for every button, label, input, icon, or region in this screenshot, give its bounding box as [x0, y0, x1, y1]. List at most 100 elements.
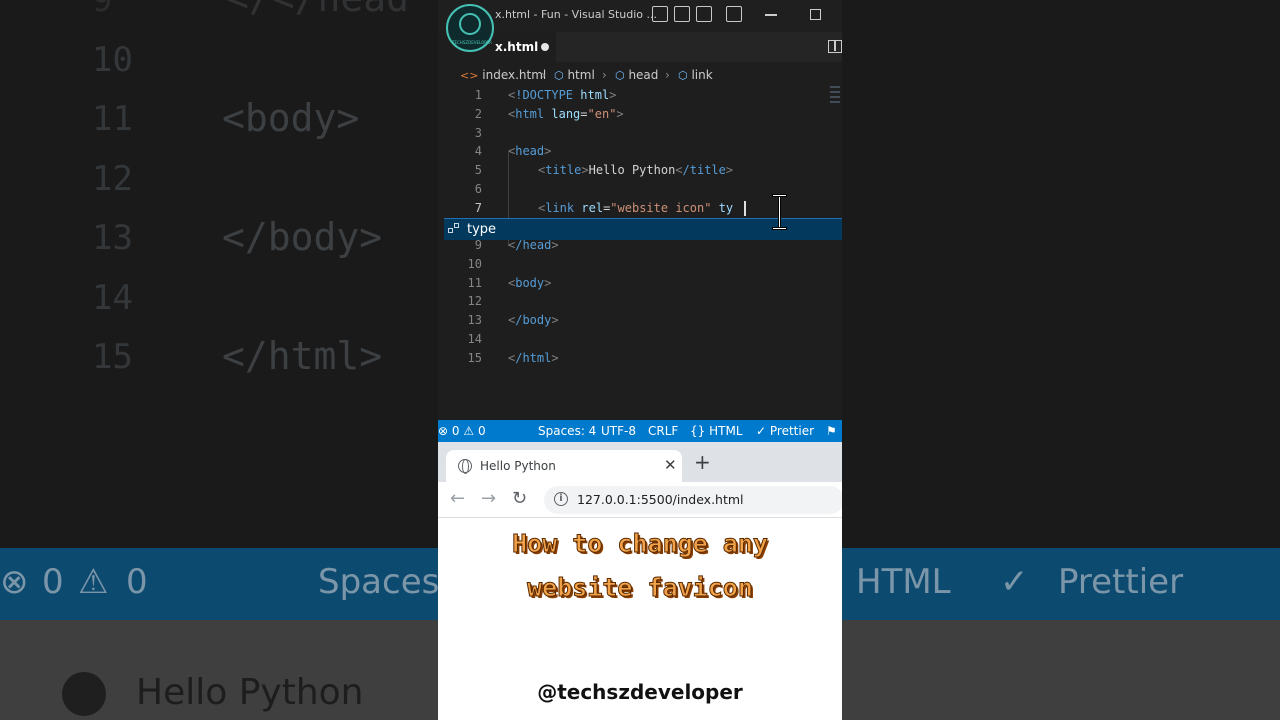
code-line-7[interactable]: <link rel="website icon" ty — [538, 201, 733, 215]
line-number: 15 — [467, 351, 482, 365]
code-token: !DOCTYPE — [515, 88, 574, 102]
ibeam-cursor-icon — [772, 194, 787, 230]
channel-logo: TECHSZDEVELOPER — [446, 4, 494, 52]
code-token: "en" — [587, 107, 617, 121]
close-tab-icon[interactable]: ✕ — [664, 456, 677, 474]
code-token: html — [515, 107, 545, 121]
reload-icon[interactable]: ↻ — [512, 488, 527, 509]
code-token: title — [545, 163, 582, 177]
prettier-label: Prettier — [769, 424, 815, 438]
line-number: 3 — [474, 126, 482, 140]
breadcrumb-label: link — [691, 68, 713, 82]
braces-icon: {} — [690, 424, 706, 438]
notifications-icon[interactable]: ⚑ — [826, 424, 837, 438]
indentation-status[interactable]: Spaces: 4 — [538, 424, 596, 438]
warning-icon: ⚠ — [463, 424, 475, 438]
breadcrumb-label: html — [567, 68, 595, 82]
code-token: html — [580, 88, 610, 102]
line-number: 13 — [467, 313, 482, 327]
code-line-4[interactable]: <head> — [508, 144, 551, 158]
code-token: /body — [515, 313, 552, 327]
property-icon — [448, 223, 462, 236]
line-number-active: 7 — [474, 201, 482, 215]
code-line-11[interactable]: <body> — [508, 276, 551, 290]
line-number: 1 — [474, 88, 482, 102]
breadcrumb-head[interactable]: ⬡ head — [615, 68, 658, 82]
element-icon: ⬡ — [615, 69, 625, 82]
problems-status[interactable]: ⊗ 0 ⚠ 0 — [438, 424, 486, 438]
line-number: 4 — [474, 144, 482, 158]
caption-line-1: How to change any — [512, 529, 769, 559]
browser-window: Hello Python ✕ + ← → ↻ i 127.0.0.1:5500/… — [438, 442, 842, 720]
breadcrumb-separator-icon: › — [541, 68, 546, 82]
code-line-15[interactable]: </html> — [508, 351, 559, 365]
suggestion-label: type — [467, 222, 497, 237]
video-frame: 9 </</head 10 11 <body> 12 13 </body> 14… — [0, 0, 1280, 720]
line-number: 14 — [467, 332, 482, 346]
code-line-1[interactable]: <!DOCTYPE html> — [508, 88, 616, 102]
language-mode[interactable]: {} HTML — [690, 424, 743, 438]
toggle-secondary-sidebar-icon[interactable] — [696, 6, 712, 22]
code-token: lang — [551, 107, 581, 121]
bg-code-line: </head — [272, 0, 409, 20]
breadcrumb-file[interactable]: <> index.html — [460, 68, 546, 82]
breadcrumb-link[interactable]: ⬡ link — [678, 68, 713, 82]
split-editor-icon[interactable] — [828, 40, 842, 53]
unsaved-dot-icon[interactable] — [541, 43, 549, 51]
code-editor[interactable]: 1 <!DOCTYPE html> 2 <html lang="en"> 3 4… — [438, 86, 842, 420]
window-title: x.html - Fun - Visual Studio ... — [495, 8, 658, 21]
toggle-sidebar-icon[interactable] — [652, 6, 668, 22]
bg-globe-icon — [62, 672, 106, 716]
warning-count: 0 — [477, 424, 486, 438]
customize-layout-icon[interactable] — [726, 6, 742, 22]
breadcrumb-file-label: index.html — [482, 68, 547, 82]
bg-status-item: HTML — [856, 562, 951, 602]
address-bar[interactable]: i 127.0.0.1:5500/index.html — [544, 486, 842, 514]
bg-line-number: 13 — [92, 218, 133, 258]
code-token: Hello Python — [588, 163, 676, 177]
prettier-status[interactable]: ✓ Prettier — [756, 424, 814, 438]
code-token: rel — [581, 201, 604, 215]
line-number: 10 — [467, 257, 482, 271]
bg-status-item: 0 — [42, 562, 64, 602]
line-number: 6 — [474, 182, 482, 196]
code-token: ty — [718, 201, 734, 215]
eol-status[interactable]: CRLF — [648, 424, 678, 438]
bg-error-icon: ⊗ — [0, 562, 29, 602]
bg-line-number: 10 — [92, 40, 133, 80]
line-number: 2 — [474, 107, 482, 121]
line-number: 9 — [474, 238, 482, 252]
code-token: body — [515, 276, 545, 290]
channel-handle: @techszdeveloper — [537, 680, 743, 704]
globe-icon — [458, 459, 472, 474]
line-number: 12 — [467, 294, 482, 308]
back-icon[interactable]: ← — [450, 488, 465, 509]
browser-tab[interactable]: Hello Python ✕ — [446, 450, 682, 482]
bg-line-number: 14 — [92, 278, 133, 318]
code-token: /head — [515, 238, 552, 252]
layout-controls — [652, 6, 742, 22]
minimize-button[interactable] — [765, 14, 777, 16]
site-info-icon[interactable]: i — [554, 492, 568, 506]
element-icon: ⬡ — [554, 69, 564, 82]
maximize-button[interactable] — [810, 9, 821, 20]
encoding-status[interactable]: UTF-8 — [601, 424, 636, 438]
bg-status-item: Spaces: — [318, 562, 451, 602]
logo-circuit-icon — [459, 13, 481, 35]
code-line-5[interactable]: <title>Hello Python</title> — [538, 163, 733, 177]
forward-icon[interactable]: → — [481, 488, 496, 509]
minimap[interactable] — [830, 86, 840, 116]
video-caption: How to change any website favicon — [438, 522, 842, 610]
breadcrumb-html[interactable]: ⬡ html — [554, 68, 595, 82]
html-file-icon: <> — [460, 69, 479, 82]
line-number: 5 — [474, 163, 482, 177]
editor-tab-bar: x.html — [438, 32, 842, 62]
check-icon: ✓ — [756, 424, 767, 438]
new-tab-icon[interactable]: + — [694, 452, 711, 472]
bg-status-item: Prettier — [1058, 562, 1184, 602]
code-line-13[interactable]: </body> — [508, 313, 559, 327]
toggle-panel-icon[interactable] — [674, 6, 690, 22]
code-line-9[interactable]: </head> — [508, 238, 559, 252]
logo-text: TECHSZDEVELOPER — [452, 40, 492, 45]
code-line-2[interactable]: <html lang="en"> — [508, 107, 624, 121]
